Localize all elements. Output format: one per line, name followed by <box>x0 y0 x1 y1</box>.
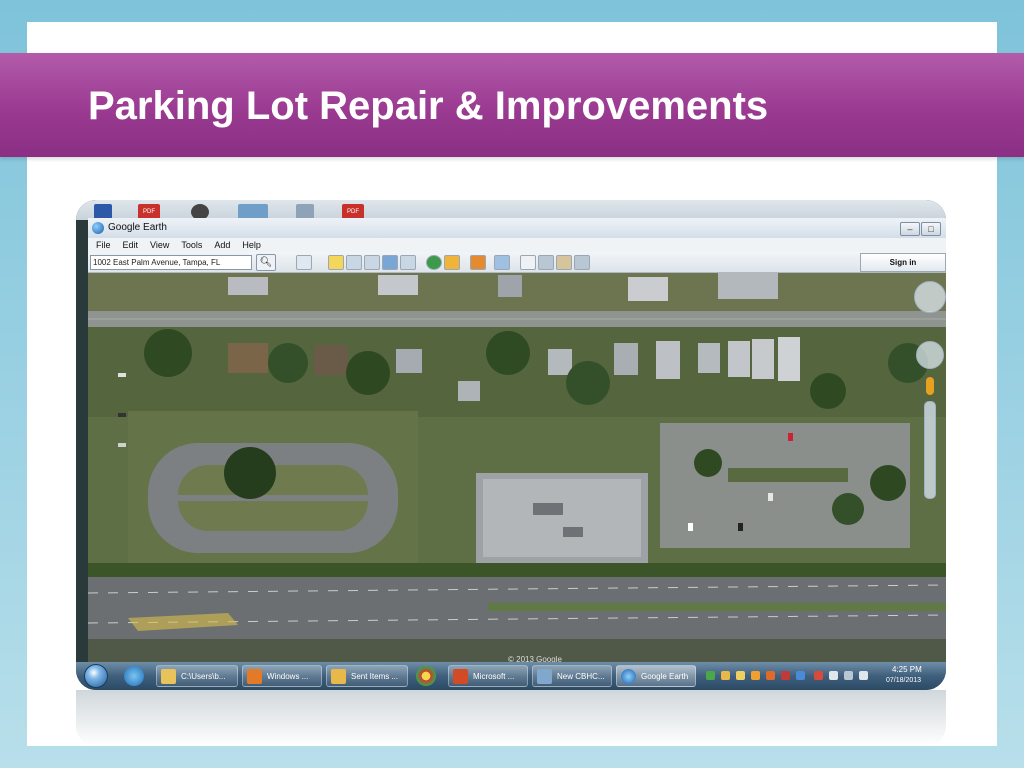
satellite-map-view[interactable]: © 2013 Google <box>88 273 946 666</box>
task-label: Windows ... <box>267 672 309 681</box>
window-icon <box>537 669 552 684</box>
menu-add[interactable]: Add <box>214 238 230 252</box>
task-button-google-earth[interactable]: Google Earth <box>616 665 696 687</box>
tray-volume-icon[interactable] <box>859 671 868 680</box>
slide-title: Parking Lot Repair & Improvements <box>88 84 769 128</box>
tray-app-icon[interactable] <box>766 671 775 680</box>
task-label: Microsoft ... <box>473 672 515 681</box>
folder-icon <box>161 669 176 684</box>
polygon-icon[interactable] <box>346 255 362 270</box>
tray-alert-icon[interactable] <box>781 671 790 680</box>
windows-taskbar: C:\Users\b... Windows ... Sent Items ...… <box>76 662 946 690</box>
task-button-explorer[interactable]: C:\Users\b... <box>156 665 238 687</box>
menu-tools[interactable]: Tools <box>181 238 202 252</box>
task-button-new-cbhc[interactable]: New CBHC... <box>532 665 612 687</box>
view-in-maps-icon[interactable] <box>574 255 590 270</box>
task-button-outlook[interactable]: Sent Items ... <box>326 665 408 687</box>
sign-in-button[interactable]: Sign in <box>860 253 946 272</box>
clock-time[interactable]: 4:25 PM <box>892 665 922 674</box>
media-player-icon <box>247 669 262 684</box>
task-label: Google Earth <box>641 672 689 681</box>
look-joystick-icon[interactable] <box>914 281 946 313</box>
task-label: Sent Items ... <box>351 672 399 681</box>
tray-network-icon[interactable] <box>844 671 853 680</box>
search-button[interactable]: 🔍︎ <box>256 254 276 271</box>
window-title-bar: Google Earth – □ <box>88 218 946 238</box>
powerpoint-icon <box>453 669 468 684</box>
placemark-icon[interactable] <box>328 255 344 270</box>
ruler-icon[interactable] <box>494 255 510 270</box>
window-title: Google Earth <box>108 222 167 233</box>
tray-shield-icon[interactable] <box>721 671 730 680</box>
internet-explorer-icon[interactable] <box>124 666 144 686</box>
print-icon[interactable] <box>538 255 554 270</box>
menu-edit[interactable]: Edit <box>123 238 139 252</box>
menu-bar: File Edit View Tools Add Help <box>88 238 946 252</box>
tray-mail-icon[interactable] <box>736 671 745 680</box>
planet-icon[interactable] <box>470 255 486 270</box>
tray-flag-icon[interactable] <box>814 671 823 680</box>
image-overlay-icon[interactable] <box>382 255 398 270</box>
clock-date[interactable]: 07/18/2013 <box>886 677 921 684</box>
task-label: C:\Users\b... <box>181 672 226 681</box>
google-earth-logo-icon <box>92 222 104 234</box>
menu-file[interactable]: File <box>96 238 111 252</box>
search-icon: 🔍︎ <box>259 257 273 268</box>
tray-bluetooth-icon[interactable] <box>796 671 805 680</box>
google-earth-icon <box>621 669 636 684</box>
maximize-button[interactable]: □ <box>921 222 941 236</box>
tray-update-icon[interactable] <box>751 671 760 680</box>
tray-security-icon[interactable] <box>706 671 715 680</box>
move-joystick-icon[interactable] <box>916 341 944 369</box>
screenshot-reflection <box>76 690 946 746</box>
menu-view[interactable]: View <box>150 238 169 252</box>
screenshot-frame: PDF PDF Google Earth – □ File Edit View … <box>76 200 946 690</box>
start-button[interactable] <box>84 664 108 688</box>
task-button-media-player[interactable]: Windows ... <box>242 665 322 687</box>
sunlight-icon[interactable] <box>444 255 460 270</box>
minimize-button[interactable]: – <box>900 222 920 236</box>
zoom-slider[interactable] <box>924 401 936 499</box>
task-label: New CBHC... <box>557 672 605 681</box>
desktop-strip: PDF PDF <box>76 200 946 220</box>
street-view-pegman-icon[interactable] <box>926 377 934 395</box>
satellite-image <box>88 273 946 666</box>
google-earth-window: Google Earth – □ File Edit View Tools Ad… <box>88 218 946 666</box>
sidebar-toggle-icon[interactable] <box>296 255 312 270</box>
path-icon[interactable] <box>364 255 380 270</box>
toolbar: 1002 East Palm Avenue, Tampa, FL 🔍︎ Sign… <box>88 252 946 273</box>
menu-help[interactable]: Help <box>242 238 261 252</box>
historical-imagery-icon[interactable] <box>426 255 442 270</box>
task-button-powerpoint[interactable]: Microsoft ... <box>448 665 528 687</box>
email-icon[interactable] <box>520 255 536 270</box>
tray-device-icon[interactable] <box>829 671 838 680</box>
record-tour-icon[interactable] <box>400 255 416 270</box>
outlook-icon <box>331 669 346 684</box>
save-image-icon[interactable] <box>556 255 572 270</box>
chrome-icon[interactable] <box>416 666 436 686</box>
search-input[interactable]: 1002 East Palm Avenue, Tampa, FL <box>90 255 252 270</box>
